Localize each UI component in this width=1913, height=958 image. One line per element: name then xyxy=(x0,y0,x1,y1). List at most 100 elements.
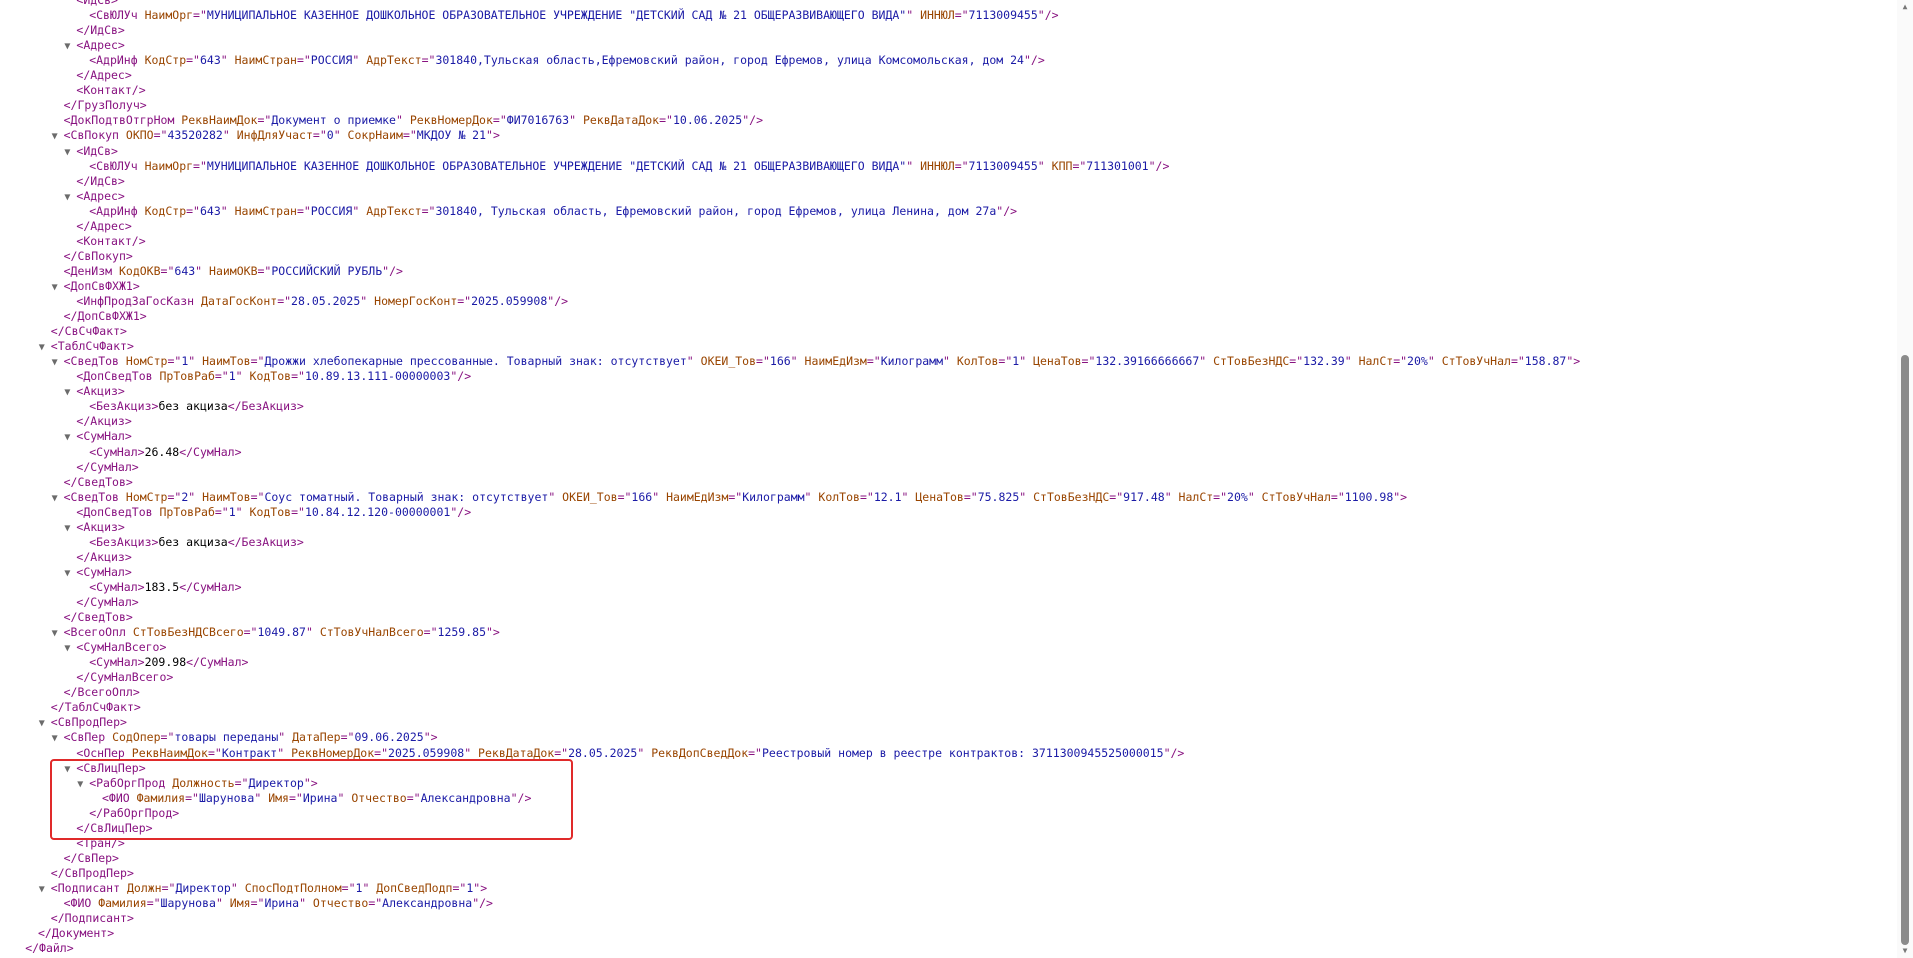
expand-toggle-icon[interactable]: ▼ xyxy=(64,430,76,445)
expand-toggle-icon[interactable]: ▼ xyxy=(64,566,76,581)
xml-tag-token: "> xyxy=(486,128,500,143)
xml-tag-token: <БезАкциз> xyxy=(89,534,159,549)
xml-attr-value: 1 xyxy=(228,504,236,519)
xml-tag-token: =" xyxy=(193,8,207,23)
xml-tag-token: " xyxy=(278,730,293,745)
xml-tag-token: <СумНал> xyxy=(89,655,145,670)
expand-toggle-icon[interactable]: ▼ xyxy=(64,521,76,536)
xml-attr-name: ДопСведПодп xyxy=(376,880,453,895)
xml-tag-token: </СведТов> xyxy=(63,610,133,625)
xml-tag-token: "> xyxy=(473,880,488,895)
xml-attr-name: НаимОрг xyxy=(144,158,194,173)
xml-tag-token: " xyxy=(277,745,292,760)
xml-tag-token: "> xyxy=(486,625,500,640)
xml-tag-token: </Документ> xyxy=(38,926,115,941)
expand-toggle-icon[interactable]: ▼ xyxy=(39,716,51,731)
xml-tag-token: <СведТов xyxy=(63,489,126,504)
xml-tag-token: "> xyxy=(423,730,438,745)
xml-attr-value: МУНИЦИПАЛЬНОЕ КАЗЕННОЕ ДОШКОЛЬНОЕ ОБРАЗО… xyxy=(206,8,907,23)
xml-attr-name: СтТовБезНДСВсего xyxy=(132,625,244,640)
scroll-down-arrow-icon[interactable]: ▼ xyxy=(1897,946,1913,956)
xml-tag-token: " xyxy=(906,8,921,23)
xml-tag-token: <Контакт/> xyxy=(76,233,146,248)
xml-tag-token: =" xyxy=(341,880,356,895)
expand-toggle-icon[interactable]: ▼ xyxy=(39,882,51,897)
xml-line: ▼ <СумНалВсего> xyxy=(64,640,166,655)
xml-attr-name: СтТовБезНДС xyxy=(1213,354,1290,369)
xml-tag-token: <ИнфПродЗаГосКазн xyxy=(76,294,202,308)
xml-tag-token: " xyxy=(652,489,667,504)
xml-attr-name: ИННЮЛ xyxy=(920,158,955,173)
xml-tag-token: " xyxy=(333,128,348,143)
xml-attr-name: ЦенаТов xyxy=(1033,354,1082,369)
xml-line: ▼ <СведТов НомСтр="2" НаимТов="Соус томат… xyxy=(52,490,1408,505)
xml-tag-token: " xyxy=(1164,489,1179,504)
expand-toggle-icon[interactable]: ▼ xyxy=(64,641,76,656)
expand-toggle-icon[interactable]: ▼ xyxy=(52,731,64,746)
xml-tag-token: =" xyxy=(452,880,467,895)
xml-attr-name: ДатаПер xyxy=(292,730,341,745)
xml-tag-token: " xyxy=(305,625,320,640)
expand-toggle-icon[interactable]: ▼ xyxy=(39,340,51,355)
expand-toggle-icon[interactable]: ▼ xyxy=(64,385,76,400)
expand-toggle-icon[interactable]: ▼ xyxy=(64,145,76,160)
xml-tag-token: =" xyxy=(421,53,436,68)
xml-tag-token: <БезАкциз> xyxy=(89,399,159,414)
xml-attr-value: 301840,Тульская область,Ефремовский райо… xyxy=(435,53,1024,68)
xml-tag-token: </СвСчФакт> xyxy=(50,324,127,339)
xml-attr-name: КодОКВ xyxy=(118,263,161,278)
xml-line: ▼ <ДопСвФХЖ1> xyxy=(52,279,140,294)
xml-line: <Контакт/> xyxy=(64,83,145,98)
xml-tag-token: "/> xyxy=(1037,8,1059,23)
xml-tag-token: =" xyxy=(153,128,168,143)
xml-line: </ВсегоОпл> xyxy=(52,685,140,700)
xml-tag-token: <СвЮЛУч xyxy=(89,158,145,173)
expand-toggle-icon[interactable]: ▼ xyxy=(64,190,76,205)
xml-tag-token: =" xyxy=(748,745,762,760)
xml-tag-token: =" xyxy=(1072,158,1087,173)
xml-attr-value: Килограмм xyxy=(880,354,944,369)
vertical-scrollbar[interactable]: ▲ ▼ xyxy=(1897,0,1913,958)
xml-text-node: 183.5 xyxy=(144,579,180,594)
xml-tag-token: =" xyxy=(859,489,874,504)
xml-line: ▼ <СведТов НомСтр="1" НаимТов="Дрожжи хле… xyxy=(52,354,1581,369)
expand-toggle-icon[interactable]: ▼ xyxy=(52,129,64,144)
xml-attr-name: ПрТовРаб xyxy=(159,369,215,384)
xml-tag-token: </ИдСв> xyxy=(76,23,125,38)
xml-tag-token: </БезАкциз> xyxy=(227,534,304,549)
xml-tag-token: =" xyxy=(402,128,417,143)
xml-attr-name: СокрНаим xyxy=(347,128,403,143)
xml-tag-token: </СумНал> xyxy=(76,595,139,609)
scrollbar-thumb[interactable] xyxy=(1901,355,1909,945)
expand-toggle-icon[interactable]: ▼ xyxy=(52,280,64,295)
xml-attr-value: РОССИЯ xyxy=(310,53,353,68)
expand-toggle-icon[interactable]: ▼ xyxy=(52,355,64,370)
xml-tag-token: <Акциз> xyxy=(76,519,125,534)
expand-toggle-icon[interactable]: ▼ xyxy=(52,626,64,641)
xml-attr-name: РеквНаимДок xyxy=(131,745,208,760)
xml-tag-token: "/> xyxy=(1023,53,1045,68)
xml-attr-name: НаимЕдИзм xyxy=(666,489,729,504)
xml-tag-token: <АдрИнф xyxy=(89,53,145,68)
xml-tag-token: </ГрузПолуч> xyxy=(63,98,147,113)
xml-line: <ИдСв> xyxy=(64,0,118,8)
xml-attr-name: ОКПО xyxy=(125,128,154,143)
scroll-up-arrow-icon[interactable]: ▲ xyxy=(1897,2,1913,12)
xml-tag-token: <ФИО xyxy=(63,896,99,910)
xml-attr-value: РОССИЯ xyxy=(310,203,353,218)
xml-attr-name: НаимЕдИзм xyxy=(804,354,867,369)
xml-tag-token: " xyxy=(901,489,916,504)
xml-attr-value: Шарунова xyxy=(160,896,216,910)
xml-tag-token: " xyxy=(220,53,235,68)
expand-toggle-icon[interactable]: ▼ xyxy=(52,491,64,506)
expand-toggle-icon[interactable]: ▼ xyxy=(64,39,76,54)
xml-tag-token: " xyxy=(1247,489,1262,504)
xml-tag-token: =" xyxy=(257,263,272,278)
xml-tag-token: <СвПер xyxy=(63,730,113,745)
xml-attr-name: ОКЕИ_Тов xyxy=(700,354,757,369)
xml-tag-token: " xyxy=(1037,158,1052,173)
xml-attr-value: ФИ7016763 xyxy=(506,113,570,128)
xml-tag-token: =" xyxy=(659,113,673,128)
xml-attr-name: СпосПодтПолном xyxy=(244,880,342,895)
xml-attr-value: Александровна xyxy=(382,896,473,910)
